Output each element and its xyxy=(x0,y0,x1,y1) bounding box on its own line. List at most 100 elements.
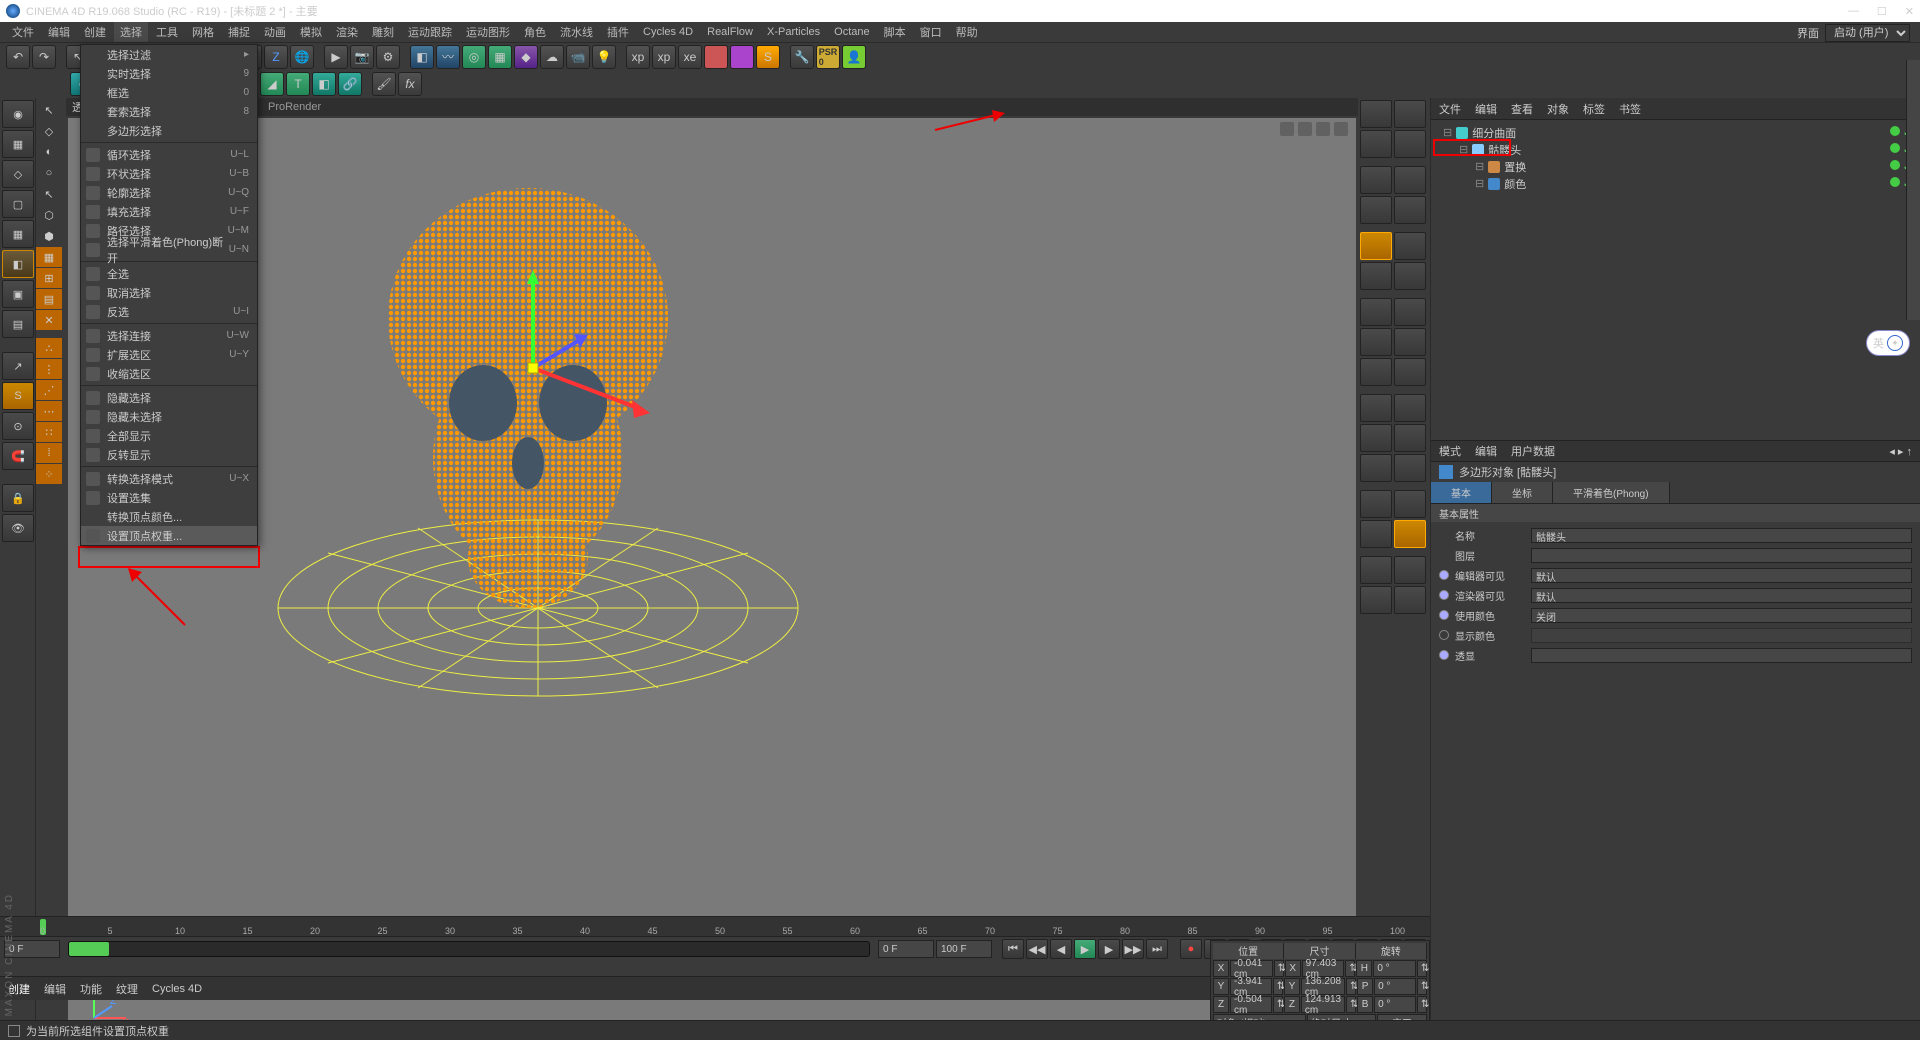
menu-选择[interactable]: 选择 xyxy=(114,22,148,42)
obj-tab-书签[interactable]: 书签 xyxy=(1619,101,1641,117)
menu-item-扩展选区[interactable]: 扩展选区U~Y xyxy=(81,345,257,364)
viewport-nav-controls[interactable] xyxy=(1280,122,1348,136)
object-tree[interactable]: ⊟细分曲面✓⊟骷髅头✓⊟置换✓⊟颜色✓ xyxy=(1431,120,1920,440)
menu-X-Particles[interactable]: X-Particles xyxy=(761,24,826,40)
lt2-5[interactable]: ↖ xyxy=(36,184,62,204)
goto-end-button[interactable]: ⏭ xyxy=(1146,939,1168,959)
xp-cache-button[interactable]: xp xyxy=(626,45,650,69)
attr-value-input[interactable] xyxy=(1531,548,1912,563)
right-tool-3-0[interactable] xyxy=(1360,196,1392,224)
snap-button[interactable]: S xyxy=(2,382,34,410)
generator-button[interactable]: ◎ xyxy=(462,45,486,69)
skull-object[interactable] xyxy=(358,178,698,618)
menu-item-反转显示[interactable]: 反转显示 xyxy=(81,445,257,464)
script-button[interactable]: S xyxy=(756,45,780,69)
attr-value-input[interactable]: 骷髅头 xyxy=(1531,528,1912,543)
right-tool-6-1[interactable] xyxy=(1394,298,1426,326)
lt2-11[interactable]: ✕ xyxy=(36,310,62,330)
menu-模拟[interactable]: 模拟 xyxy=(294,22,328,42)
tree-item-置换[interactable]: ⊟置换✓ xyxy=(1439,158,1912,175)
menu-item-多边形选择[interactable]: 多边形选择 xyxy=(81,121,257,140)
attr-radio[interactable] xyxy=(1439,630,1449,640)
lt2-18[interactable]: ⁘ xyxy=(36,464,62,484)
prev-frame-button[interactable]: ◀ xyxy=(1050,939,1072,959)
layout-dropdown[interactable]: 启动 (用户) xyxy=(1825,24,1910,42)
cursor-tool[interactable]: ↖ xyxy=(36,100,62,120)
menu-item-收缩选区[interactable]: 收缩选区 xyxy=(81,364,257,383)
menu-网格[interactable]: 网格 xyxy=(186,22,220,42)
lt2-14[interactable]: ⋰ xyxy=(36,380,62,400)
right-tool-15-0[interactable] xyxy=(1360,586,1392,614)
menu-item-框选[interactable]: 框选0 xyxy=(81,83,257,102)
play-button[interactable]: ▶ xyxy=(1074,939,1096,959)
right-tool-10-0[interactable] xyxy=(1360,424,1392,452)
menu-item-反选[interactable]: 反选U~I xyxy=(81,302,257,321)
menu-动画[interactable]: 动画 xyxy=(258,22,292,42)
user-tool-button[interactable]: 👤 xyxy=(842,45,866,69)
menu-item-取消选择[interactable]: 取消选择 xyxy=(81,283,257,302)
enable-axis-button[interactable]: ↗ xyxy=(2,352,34,380)
timeline-ruler[interactable]: 0510152025303540455055606570758085909510… xyxy=(0,917,1430,937)
menu-编辑[interactable]: 编辑 xyxy=(42,22,76,42)
menu-item-全部显示[interactable]: 全部显示 xyxy=(81,426,257,445)
right-tool-5-1[interactable] xyxy=(1394,262,1426,290)
menu-item-设置顶点权重...[interactable]: 设置顶点权重... xyxy=(81,526,257,545)
right-tool-1-0[interactable] xyxy=(1360,130,1392,158)
menu-渲染[interactable]: 渲染 xyxy=(330,22,364,42)
next-key-button[interactable]: ▶▶ xyxy=(1122,939,1144,959)
bottom-tab-纹理[interactable]: 纹理 xyxy=(116,981,138,997)
right-tool-12-1[interactable] xyxy=(1394,490,1426,518)
tree-item-颜色[interactable]: ⊟颜色✓ xyxy=(1439,175,1912,192)
right-tool-2-0[interactable] xyxy=(1360,166,1392,194)
attr-subtab-基本[interactable]: 基本 xyxy=(1431,482,1492,503)
camera-button[interactable]: 📹 xyxy=(566,45,590,69)
lt2-10[interactable]: ▤ xyxy=(36,289,62,309)
bottom-tab-编辑[interactable]: 编辑 xyxy=(44,981,66,997)
vp-orbit-icon[interactable] xyxy=(1316,122,1330,136)
magnet-button[interactable]: 🧲 xyxy=(2,442,34,470)
boole-button[interactable]: ◧ xyxy=(312,72,336,96)
side-panel-handle[interactable] xyxy=(1906,60,1920,320)
menu-item-选择连接[interactable]: 选择连接U~W xyxy=(81,326,257,345)
lt2-3[interactable]: ◐ xyxy=(36,142,62,162)
environment-button[interactable]: ☁ xyxy=(540,45,564,69)
attr-radio[interactable] xyxy=(1439,590,1449,600)
render-view-button[interactable]: ▶ xyxy=(324,45,348,69)
right-tool-13-0[interactable] xyxy=(1360,520,1392,548)
lt2-7[interactable]: ⬢ xyxy=(36,226,62,246)
fx-button[interactable]: fx xyxy=(398,72,422,96)
lt2-13[interactable]: ⋮ xyxy=(36,359,62,379)
menu-Octane[interactable]: Octane xyxy=(828,24,875,40)
attr-value-input[interactable]: 默认 xyxy=(1531,568,1912,583)
model-mode-button[interactable]: ◉ xyxy=(2,100,34,128)
lt2-4[interactable]: ○ xyxy=(36,163,62,183)
attr-subtab-坐标[interactable]: 坐标 xyxy=(1492,482,1553,503)
menu-item-实时选择[interactable]: 实时选择9 xyxy=(81,64,257,83)
menu-工具[interactable]: 工具 xyxy=(150,22,184,42)
right-tool-6-0[interactable] xyxy=(1360,298,1392,326)
right-tool-15-1[interactable] xyxy=(1394,586,1426,614)
lock-button[interactable]: 🔒 xyxy=(2,484,34,512)
obj-tab-查看[interactable]: 查看 xyxy=(1511,101,1533,117)
menu-文件[interactable]: 文件 xyxy=(6,22,40,42)
xp-emitter-button[interactable]: xe xyxy=(678,45,702,69)
menu-item-选择过滤[interactable]: 选择过滤▸ xyxy=(81,45,257,64)
attr-radio[interactable] xyxy=(1439,650,1449,660)
right-tool-7-0[interactable] xyxy=(1360,328,1392,356)
obj-tab-文件[interactable]: 文件 xyxy=(1439,101,1461,117)
render-settings-button[interactable]: ⚙ xyxy=(376,45,400,69)
psr-button[interactable]: PSR0 xyxy=(816,45,840,69)
menu-item-循环选择[interactable]: 循环选择U~L xyxy=(81,145,257,164)
attr-nav-buttons[interactable]: ◂ ▸ ↑ xyxy=(1889,445,1912,458)
lt2-9[interactable]: ⊞ xyxy=(36,268,62,288)
menu-item-套索选择[interactable]: 套索选择8 xyxy=(81,102,257,121)
right-tool-11-0[interactable] xyxy=(1360,454,1392,482)
tweak-button[interactable]: ⊙ xyxy=(2,412,34,440)
menu-雕刻[interactable]: 雕刻 xyxy=(366,22,400,42)
menu-窗口[interactable]: 窗口 xyxy=(914,22,948,42)
right-tool-5-0[interactable] xyxy=(1360,262,1392,290)
attr-radio[interactable] xyxy=(1439,610,1449,620)
right-tool-8-0[interactable] xyxy=(1360,358,1392,386)
attr-value-input[interactable]: 默认 xyxy=(1531,588,1912,603)
select-menu-dropdown[interactable]: 选择过滤▸实时选择9框选0套索选择8多边形选择循环选择U~L环状选择U~B轮廓选… xyxy=(80,44,258,546)
